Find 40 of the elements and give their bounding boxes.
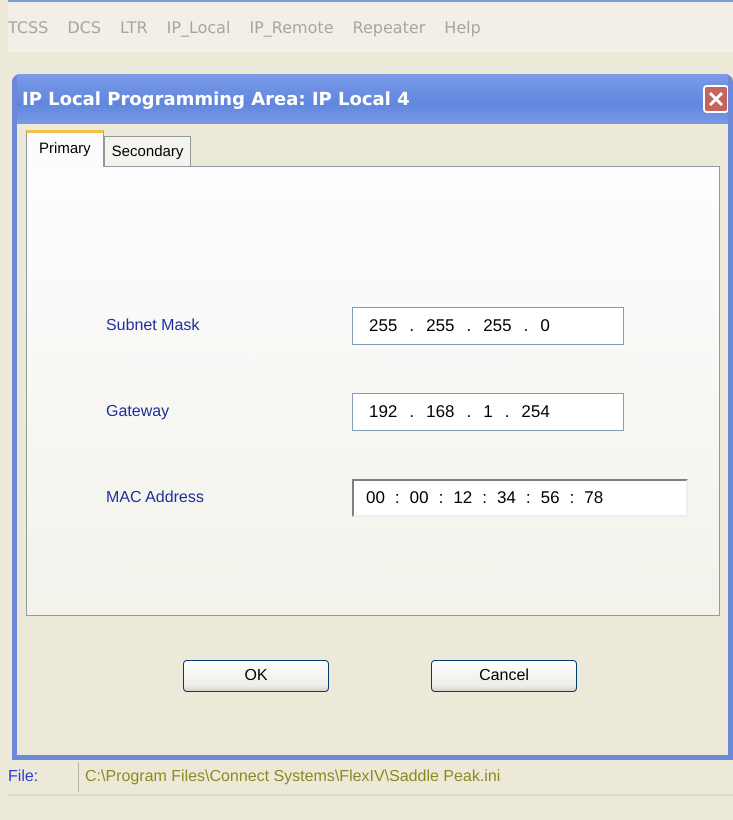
ip-address-field[interactable]: 192 . 168 . 1 . 254 [352,393,624,431]
octet-value: 78 [584,488,604,508]
file-path: C:\Program Files\Connect Systems\FlexIV\Saddle Peak.ini [78,762,500,792]
window-title: IP Local Programming Area: IP Local 4 [22,88,410,110]
octet-value: 192 [369,402,398,422]
separator: : [568,488,576,508]
octet-value: 255 [426,316,454,336]
octet-value: 34 [496,488,516,508]
octet-value: 168 [426,402,454,422]
separator: : [394,488,401,508]
close-button[interactable] [703,85,728,113]
tab[interactable]: Secondary [104,136,192,166]
ip-address-field[interactable]: 255 . 255 . 255 . 0 [352,307,624,345]
separator: . [522,316,530,336]
separator: : [524,488,532,508]
field-label: Subnet Mask [106,317,200,335]
file-label: File: [8,768,40,786]
ok-button[interactable]: OK [183,660,329,692]
tab[interactable]: Primary [26,130,104,167]
field-label: Gateway [106,403,170,421]
separator: . [408,316,416,336]
separator: . [408,402,416,422]
octet-value: 56 [540,488,560,508]
octet-value: 254 [521,402,550,422]
octet-value: 12 [453,488,472,508]
separator: . [465,316,472,336]
field-label: MAC Address [106,489,205,507]
separator: . [465,402,472,422]
octet-value: 00 [366,488,385,508]
mac-address-field[interactable]: 00 : 00 : 12 : 34 : 56 : 78 [352,479,688,517]
separator: : [481,488,488,508]
octet-value: 00 [410,488,429,508]
octet-value: 1 [483,402,493,422]
octet-value: 255 [483,316,512,336]
octet-value: 255 [369,316,398,336]
close-icon [708,91,724,107]
separator: . [504,402,510,422]
octet-value: 0 [540,316,550,336]
dialog-button[interactable]: Cancel [431,660,577,692]
separator: : [438,488,444,508]
